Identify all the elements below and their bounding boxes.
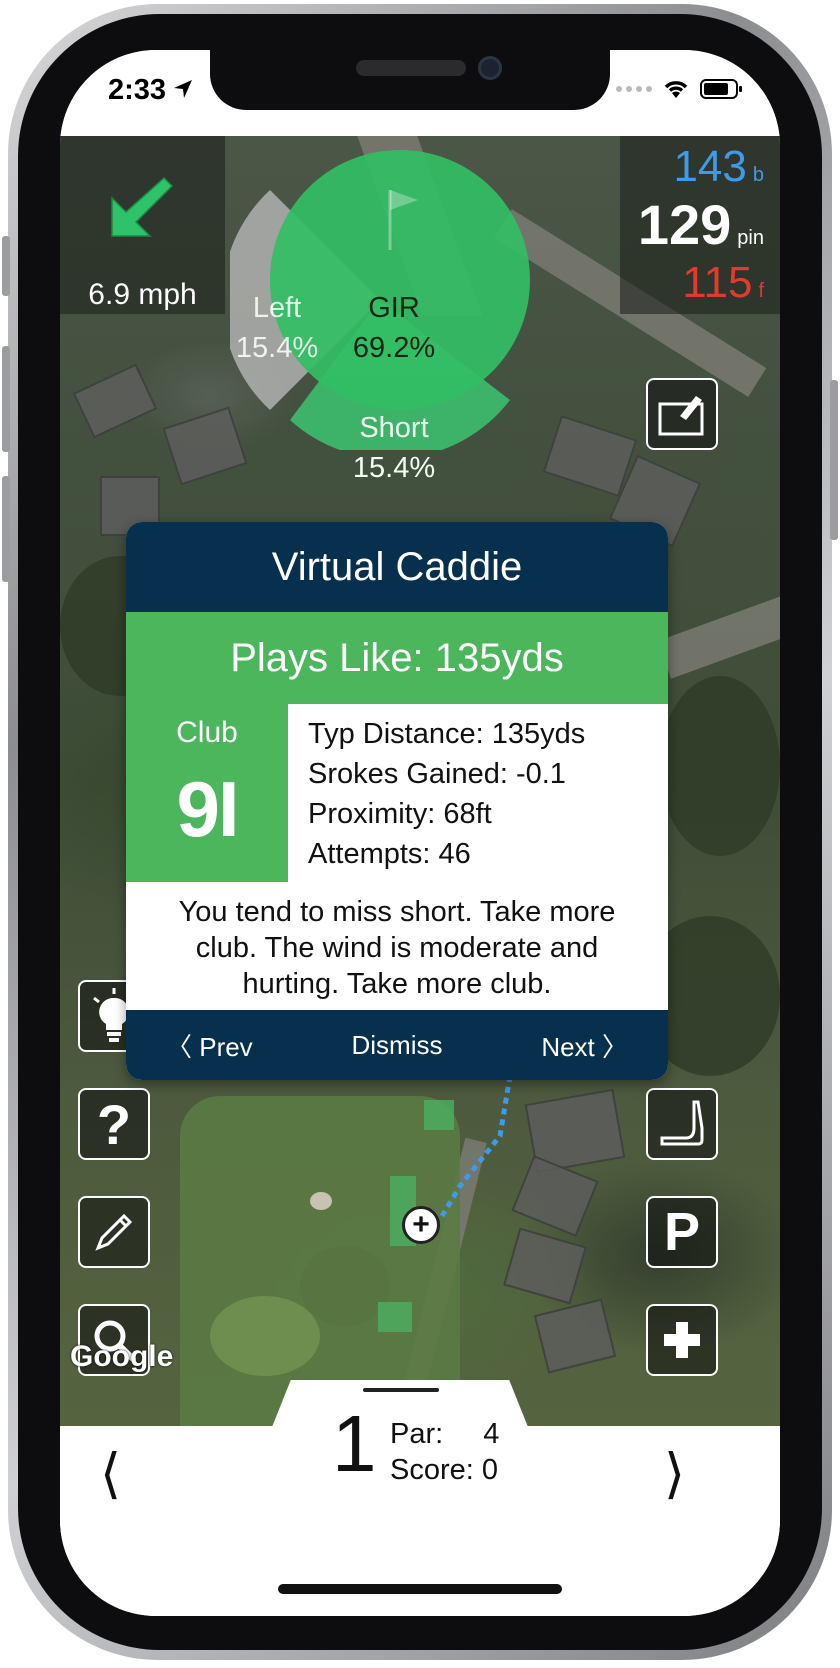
screen: 2:33 6.9 mph Left 15.4% GIR 69.2% Short …	[60, 50, 780, 1616]
wifi-icon	[664, 81, 688, 98]
map-road	[657, 593, 780, 679]
volume-down-button	[2, 476, 10, 582]
battery-icon	[700, 79, 742, 99]
virtual-caddie-dialog: Virtual Caddie Plays Like: 135yds Club 9…	[126, 522, 668, 1080]
status-indicators	[616, 78, 744, 100]
pin-distance: 129 pin	[638, 192, 764, 257]
gir-hit-value: 69.2%	[352, 332, 436, 364]
add-button[interactable]	[646, 1304, 718, 1376]
gir-left-label: Left	[252, 292, 302, 324]
club-recommendation: Club 9I Typ Distance: 135yds Srokes Gain…	[126, 704, 668, 882]
front-distance-value: 115	[682, 258, 753, 307]
gir-short-label: Short	[359, 412, 429, 444]
hole-number: 1	[332, 1399, 377, 1488]
stat-attempts: Attempts: 46	[308, 838, 471, 870]
drawer-handle[interactable]	[363, 1388, 439, 1392]
pin-distance-value: 129	[637, 193, 732, 256]
silent-switch	[2, 236, 10, 296]
gir-left-stat: Left 15.4%	[232, 288, 322, 368]
wind-panel: 6.9 mph	[60, 136, 225, 314]
map-house	[503, 1227, 587, 1305]
pin-distance-suffix: pin	[737, 227, 764, 249]
parking-button[interactable]: P	[646, 1196, 718, 1268]
score-row: Score: 0	[390, 1452, 499, 1488]
gir-short-stat: Short 15.4%	[344, 408, 444, 488]
status-bar: 2:33	[60, 50, 780, 136]
map-fairway	[180, 1096, 460, 1426]
wind-speed: 6.9 mph	[88, 278, 197, 311]
front-distance: 115 f	[682, 258, 764, 308]
previous-hole-button[interactable]: ⟨	[100, 1442, 121, 1505]
speaker	[356, 60, 466, 76]
stat-proximity: Proximity: 68ft	[308, 798, 492, 830]
back-distance: 143 b	[673, 142, 764, 192]
plays-like-distance: Plays Like: 135yds	[126, 612, 668, 704]
scorecard-edit-button[interactable]	[646, 378, 718, 450]
next-button[interactable]: Next 〉	[541, 1027, 628, 1064]
google-logo: Google	[70, 1340, 174, 1373]
map-tree	[660, 676, 780, 856]
stat-strokes-gained: Srokes Gained: -0.1	[308, 758, 566, 790]
hole-info-bar: 1 Par: 4 Score: 0 ⟨ ⟩	[60, 1380, 780, 1616]
score-value: 0	[481, 1454, 498, 1486]
scorecard-edit-icon	[658, 396, 704, 436]
caddie-advice: You tend to miss short. Take more club. …	[178, 896, 616, 1000]
plus-icon	[664, 1322, 700, 1358]
gir-hit-stat: GIR 69.2%	[344, 288, 444, 368]
club-box: Club 9I	[126, 704, 288, 882]
volume-up-button	[2, 346, 10, 452]
aim-point-marker[interactable]: +	[402, 1206, 440, 1244]
stat-typ-distance: Typ Distance: 135yds	[308, 718, 586, 750]
par-row: Par: 4	[390, 1416, 499, 1452]
back-distance-value: 143	[673, 142, 747, 191]
map-green	[210, 1296, 320, 1376]
help-button[interactable]: ?	[78, 1088, 150, 1160]
next-hole-button[interactable]: ⟩	[664, 1442, 685, 1505]
putter-icon	[660, 1100, 704, 1146]
location-arrow-icon	[174, 80, 192, 98]
cellular-signal-icon	[616, 86, 652, 92]
status-time: 2:33	[108, 74, 167, 106]
map-bunker	[310, 1192, 332, 1210]
shot-route-line	[439, 1076, 513, 1218]
map-tee-box	[378, 1302, 412, 1332]
power-button	[830, 380, 838, 540]
gir-left-value: 15.4%	[235, 332, 319, 364]
parking-icon: P	[663, 1202, 701, 1262]
caddie-title: Virtual Caddie	[126, 522, 668, 612]
distances-panel: 143 b 129 pin 115 f	[620, 136, 780, 314]
club-label: Club	[176, 716, 238, 749]
map-house	[72, 363, 158, 439]
camera	[478, 56, 502, 80]
club-value: 9I	[176, 765, 239, 853]
gir-short-value: 15.4%	[352, 452, 436, 484]
putter-button[interactable]	[646, 1088, 718, 1160]
club-stats: Typ Distance: 135yds Srokes Gained: -0.1…	[288, 704, 668, 882]
map-house	[533, 1298, 617, 1374]
caddie-footer: 〈 Prev Dismiss Next 〉	[126, 1010, 668, 1080]
par-label: Par:	[390, 1418, 444, 1450]
par-value: 4	[483, 1418, 500, 1450]
pencil-icon	[95, 1213, 133, 1251]
notch	[210, 50, 610, 110]
dismiss-button[interactable]: Dismiss	[352, 1030, 443, 1061]
home-indicator[interactable]	[278, 1584, 562, 1594]
hole-meta: Par: 4 Score: 0	[390, 1416, 499, 1488]
front-distance-suffix: f	[758, 280, 764, 302]
back-distance-suffix: b	[752, 164, 764, 186]
question-mark-icon: ?	[96, 1092, 132, 1156]
wind-direction-arrow-icon	[111, 176, 174, 237]
prev-button[interactable]: 〈 Prev	[166, 1027, 253, 1064]
draw-button[interactable]	[78, 1196, 150, 1268]
gir-hit-label: GIR	[368, 292, 420, 324]
score-label: Score:	[390, 1454, 474, 1486]
